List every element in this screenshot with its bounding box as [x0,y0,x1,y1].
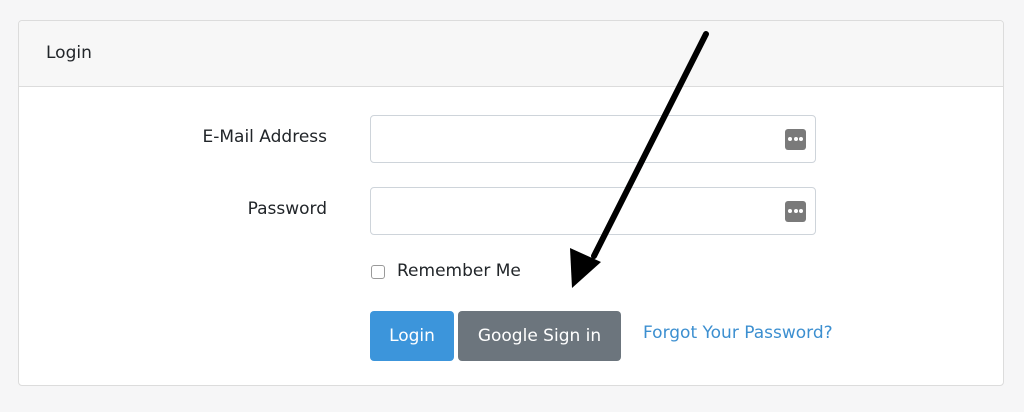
login-button[interactable]: Login [370,311,454,361]
card-header: Login [19,21,1003,87]
password-label: Password [247,199,327,219]
email-field[interactable] [370,115,816,163]
login-card: Login E-Mail Address Password Remember M… [18,20,1004,386]
password-manager-dots-icon[interactable] [785,201,806,222]
forgot-password-link[interactable]: Forgot Your Password? [643,323,833,343]
google-sign-in-button[interactable]: Google Sign in [458,311,621,361]
remember-me-label[interactable]: Remember Me [397,261,521,281]
remember-me-checkbox[interactable] [371,265,385,279]
password-manager-dots-icon[interactable] [785,129,806,150]
password-field[interactable] [370,187,816,235]
email-label: E-Mail Address [202,127,327,147]
card-title: Login [46,43,92,63]
